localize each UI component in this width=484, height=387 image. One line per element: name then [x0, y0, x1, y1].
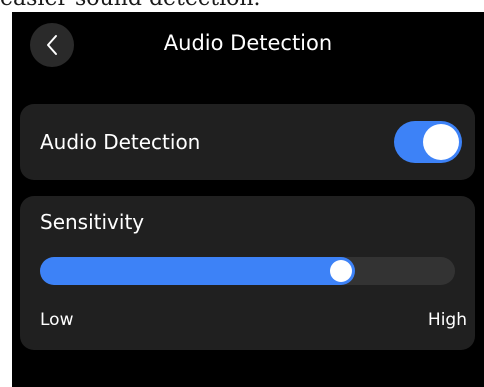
page-title: Audio Detection [163, 31, 333, 55]
caption-text: easier sound detection. [0, 0, 261, 11]
sensitivity-slider-fill [40, 257, 355, 285]
audio-detection-toggle[interactable] [394, 121, 462, 163]
sensitivity-slider[interactable] [40, 257, 455, 285]
sensitivity-high-label: High [427, 310, 467, 330]
sensitivity-low-label: Low [40, 310, 74, 330]
sensitivity-card: Sensitivity Low High [20, 196, 475, 350]
audio-detection-label: Audio Detection [40, 130, 201, 154]
sensitivity-label: Sensitivity [40, 210, 145, 234]
page: easier sound detection. Audio Detection … [0, 0, 484, 387]
app-screen: Audio Detection Audio Detection Sensitiv… [12, 12, 484, 387]
toggle-knob [423, 124, 459, 160]
sensitivity-slider-thumb[interactable] [330, 260, 352, 282]
audio-detection-card: Audio Detection [20, 104, 475, 180]
